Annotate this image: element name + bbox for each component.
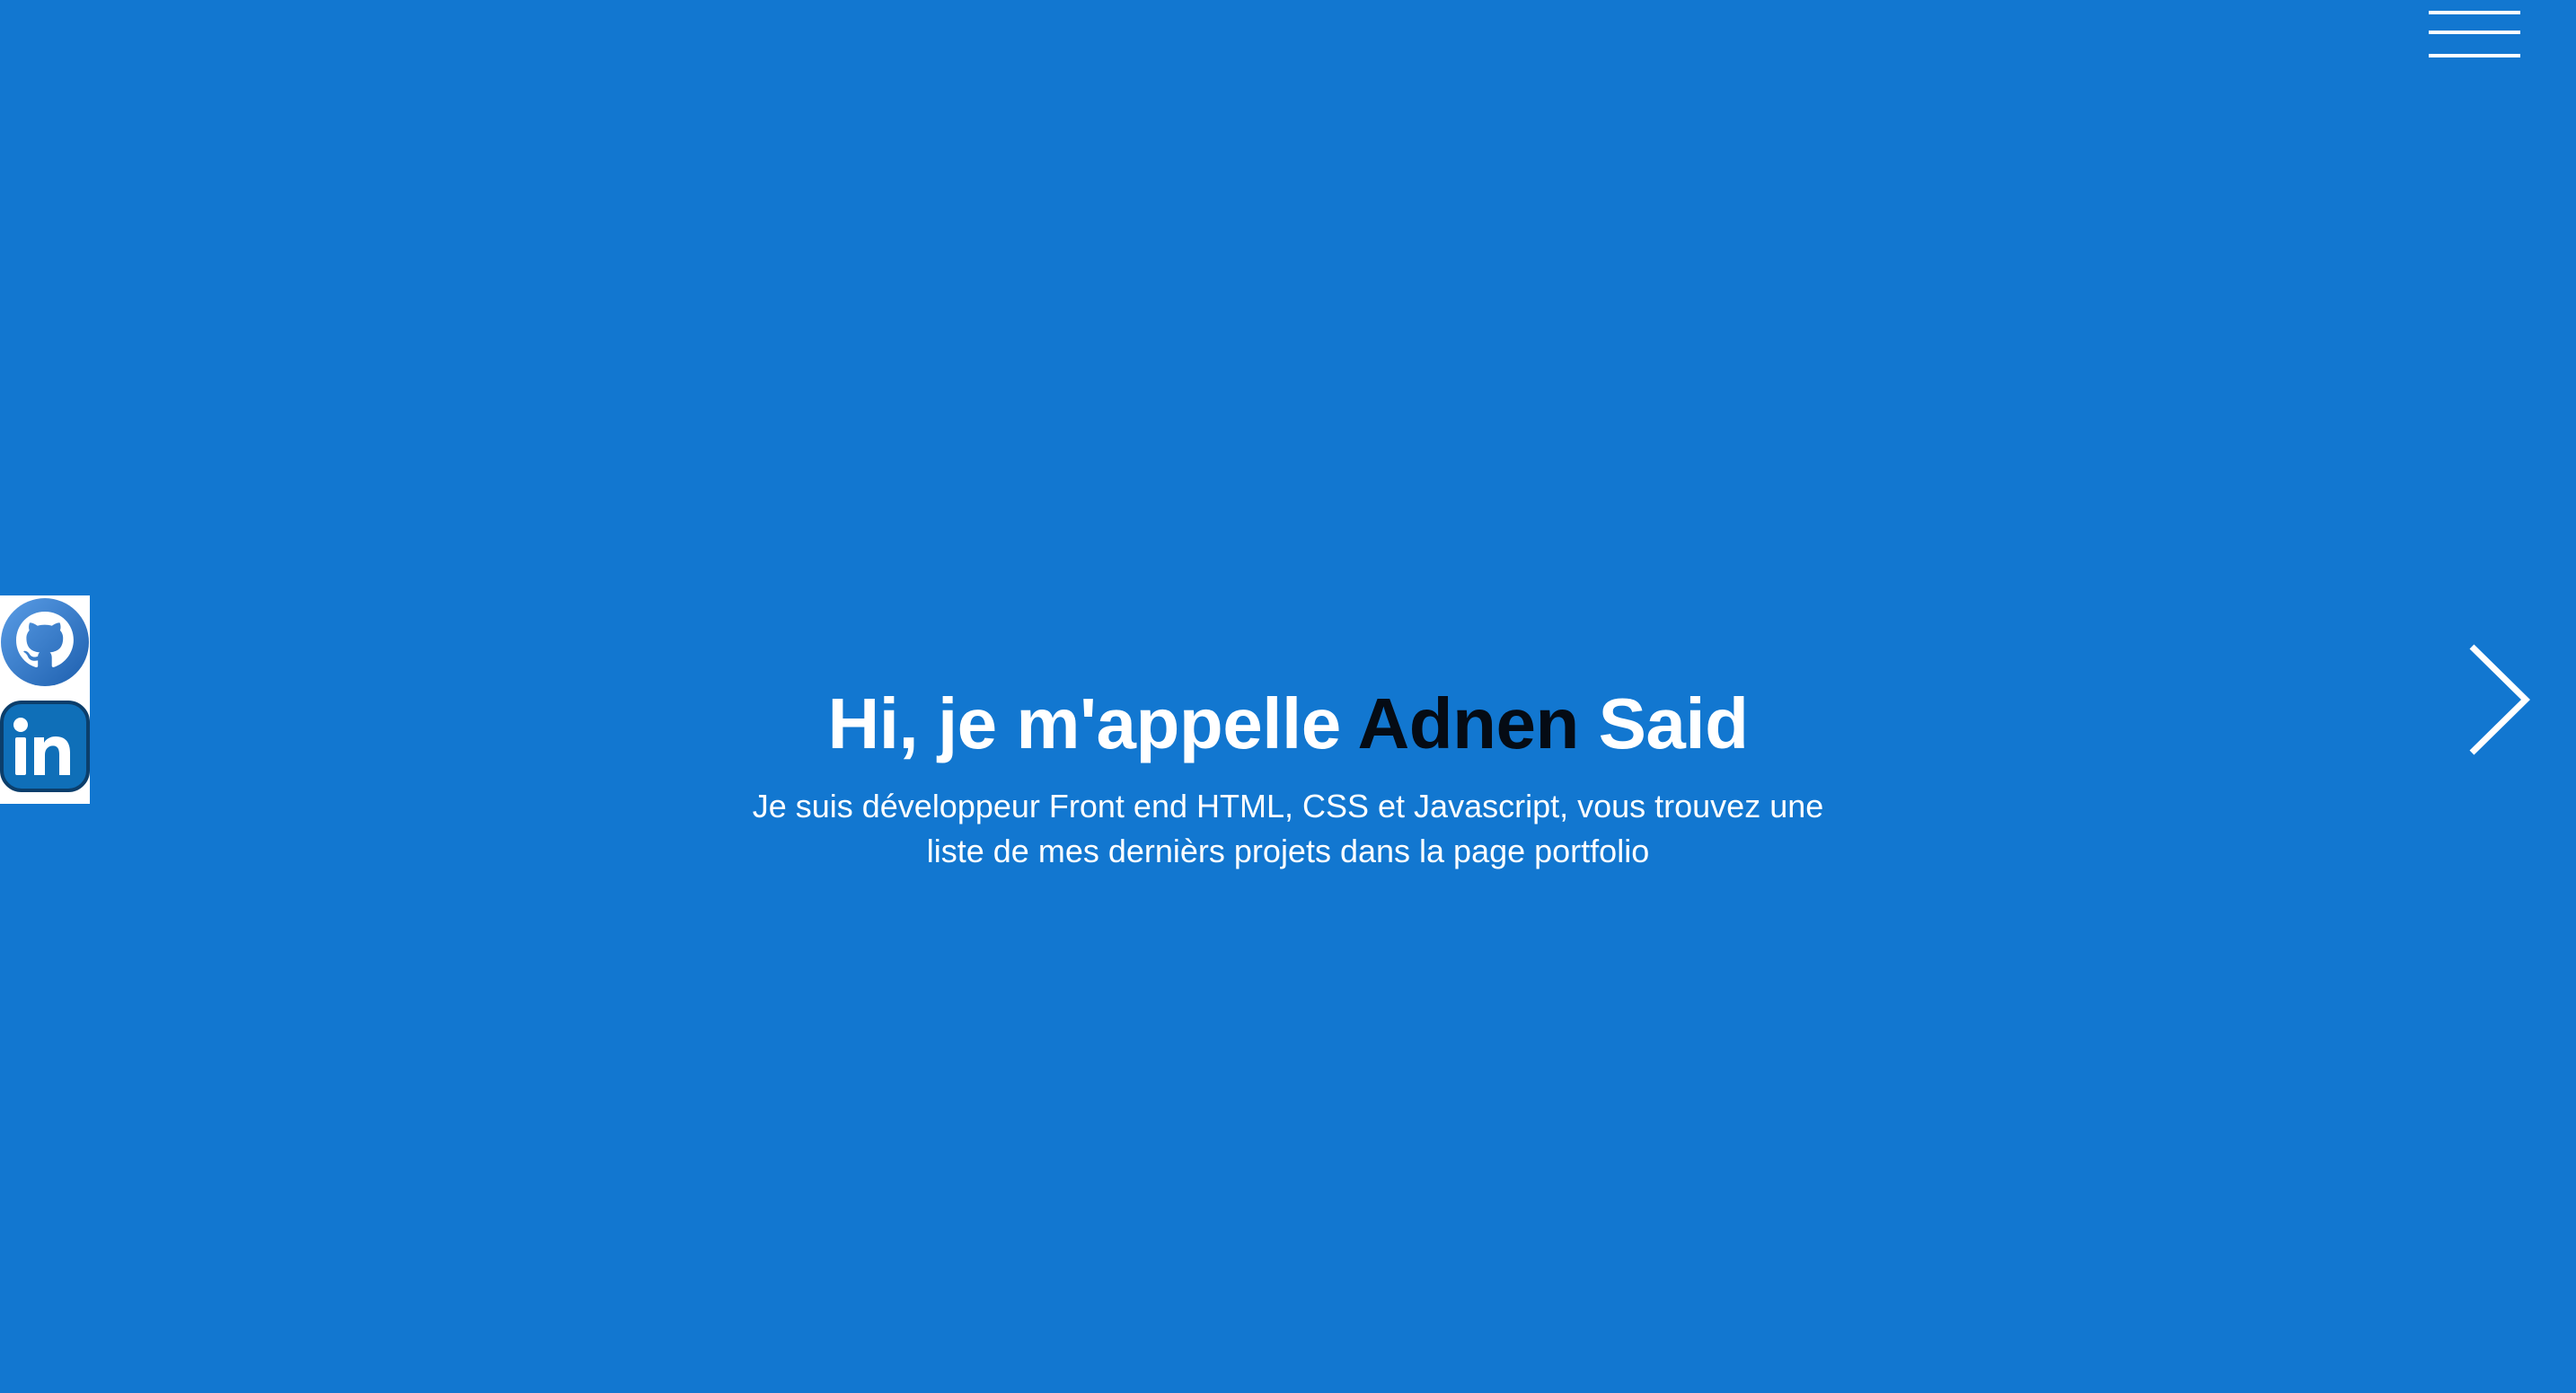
hero-section: Hi, je m'appelle Adnen Said Je suis déve…: [0, 678, 2576, 874]
github-icon: [1, 598, 89, 686]
hamburger-menu-button[interactable]: [2429, 7, 2520, 61]
hero-subtitle: Je suis développeur Front end HTML, CSS …: [752, 788, 1824, 869]
chevron-right-icon: [2469, 644, 2530, 755]
hero-title-prefix: Hi, je m'appelle: [827, 683, 1358, 763]
hero-title-last-name: Said: [1578, 683, 1749, 763]
hero-title-first-name: Adnen: [1357, 683, 1579, 763]
home-page: Hi, je m'appelle Adnen Said Je suis déve…: [0, 0, 2576, 1393]
hamburger-menu-icon: [2429, 11, 2520, 14]
hamburger-menu-icon-line: [2429, 54, 2520, 57]
github-link[interactable]: [0, 595, 90, 689]
next-slide-button[interactable]: [2463, 641, 2535, 758]
hamburger-menu-icon-line: [2429, 31, 2520, 34]
hero-title: Hi, je m'appelle Adnen Said: [0, 678, 2576, 770]
